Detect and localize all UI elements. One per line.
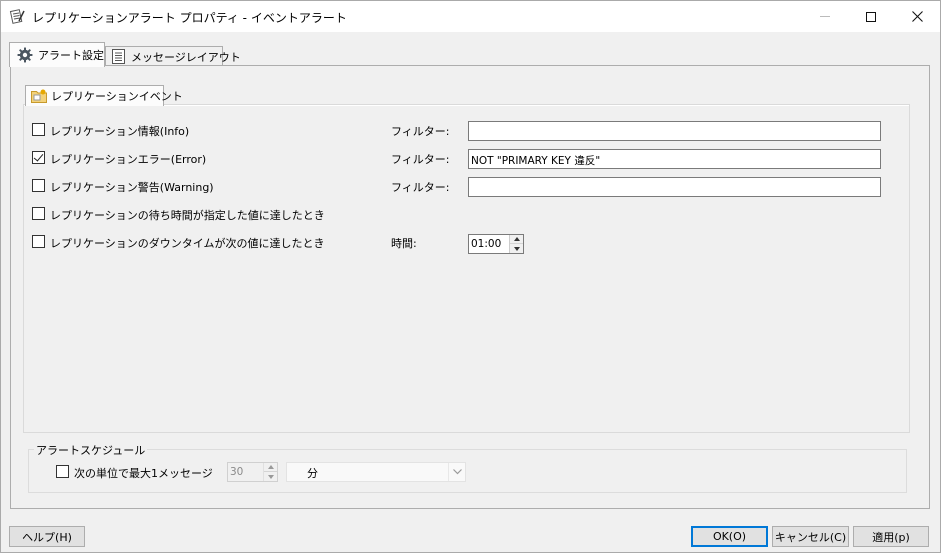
dialog-window: レプリケーションアラート プロパティ - イベントアラート アラート設定 メッセ…	[0, 0, 941, 553]
error-filter-input[interactable]: NOT "PRIMARY KEY 違反"	[468, 149, 881, 169]
cancel-button[interactable]: キャンセル(C)	[772, 526, 849, 547]
document-lines-icon	[112, 49, 125, 64]
warning-label: レプリケーション警告(Warning)	[50, 181, 214, 194]
spin-down-button[interactable]	[264, 472, 277, 481]
error-checkbox[interactable]	[32, 151, 45, 164]
latency-label: レプリケーションの待ち時間が指定した値に達したとき	[50, 209, 325, 222]
warning-filter-label: フィルター:	[391, 181, 450, 194]
minimize-button[interactable]	[802, 1, 848, 32]
spin-up-button[interactable]	[264, 463, 277, 472]
minimize-icon	[820, 16, 830, 17]
warning-filter-input[interactable]	[468, 177, 881, 197]
downtime-time-label: 時間:	[391, 237, 417, 250]
chevron-down-icon	[448, 463, 465, 481]
schedule-unit-dropdown[interactable]: 分	[286, 462, 466, 482]
close-icon	[911, 11, 923, 22]
gear-icon	[17, 47, 33, 63]
schedule-checkbox-label: 次の単位で最大1メッセージ	[74, 467, 213, 480]
schedule-count-spinner[interactable]: 30	[227, 462, 278, 482]
latency-checkbox[interactable]	[32, 207, 45, 220]
info-filter-label: フィルター:	[391, 125, 450, 138]
info-label: レプリケーション情報(Info)	[50, 125, 190, 138]
tab-label: アラート設定	[38, 49, 104, 62]
schedule-unit-value: 分	[307, 467, 318, 480]
close-button[interactable]	[894, 1, 940, 32]
maximize-button[interactable]	[848, 1, 894, 32]
arrow-down-icon	[513, 246, 520, 251]
apply-button[interactable]: 適用(p)	[853, 526, 929, 547]
folder-event-icon	[31, 89, 47, 103]
downtime-time-value: 01:00	[471, 238, 502, 250]
window-title: レプリケーションアラート プロパティ - イベントアラート	[32, 11, 347, 25]
schedule-count-value: 30	[230, 466, 244, 478]
arrow-up-icon	[513, 237, 520, 241]
downtime-checkbox[interactable]	[32, 235, 45, 248]
arrow-up-icon	[267, 465, 274, 469]
alert-schedule-legend: アラートスケジュール	[34, 442, 148, 458]
error-label: レプリケーションエラー(Error)	[50, 153, 207, 166]
spin-up-button[interactable]	[510, 235, 523, 244]
downtime-label: レプリケーションのダウンタイムが次の値に達したとき	[50, 237, 325, 250]
ok-button[interactable]: OK(O)	[691, 526, 768, 547]
notepad-pen-icon	[9, 8, 25, 24]
tab-alert-settings[interactable]: アラート設定	[9, 42, 105, 67]
spin-down-button[interactable]	[510, 244, 523, 253]
tab-label: メッセージレイアウト	[131, 50, 241, 64]
help-button[interactable]: ヘルプ(H)	[9, 526, 85, 547]
tab-message-layout[interactable]: メッセージレイアウト	[105, 46, 241, 66]
tab-replication-events[interactable]: レプリケーションイベント	[25, 85, 183, 106]
error-filter-label: フィルター:	[391, 153, 450, 166]
maximize-icon	[866, 11, 876, 22]
schedule-checkbox[interactable]	[56, 465, 69, 478]
downtime-time-spinner[interactable]: 01:00	[468, 234, 524, 254]
arrow-down-icon	[267, 474, 274, 479]
sub-tab-label: レプリケーションイベント	[51, 90, 183, 103]
title-bar[interactable]: レプリケーションアラート プロパティ - イベントアラート	[1, 1, 940, 32]
warning-checkbox[interactable]	[32, 179, 45, 192]
info-checkbox[interactable]	[32, 123, 45, 136]
info-filter-input[interactable]	[468, 121, 881, 141]
